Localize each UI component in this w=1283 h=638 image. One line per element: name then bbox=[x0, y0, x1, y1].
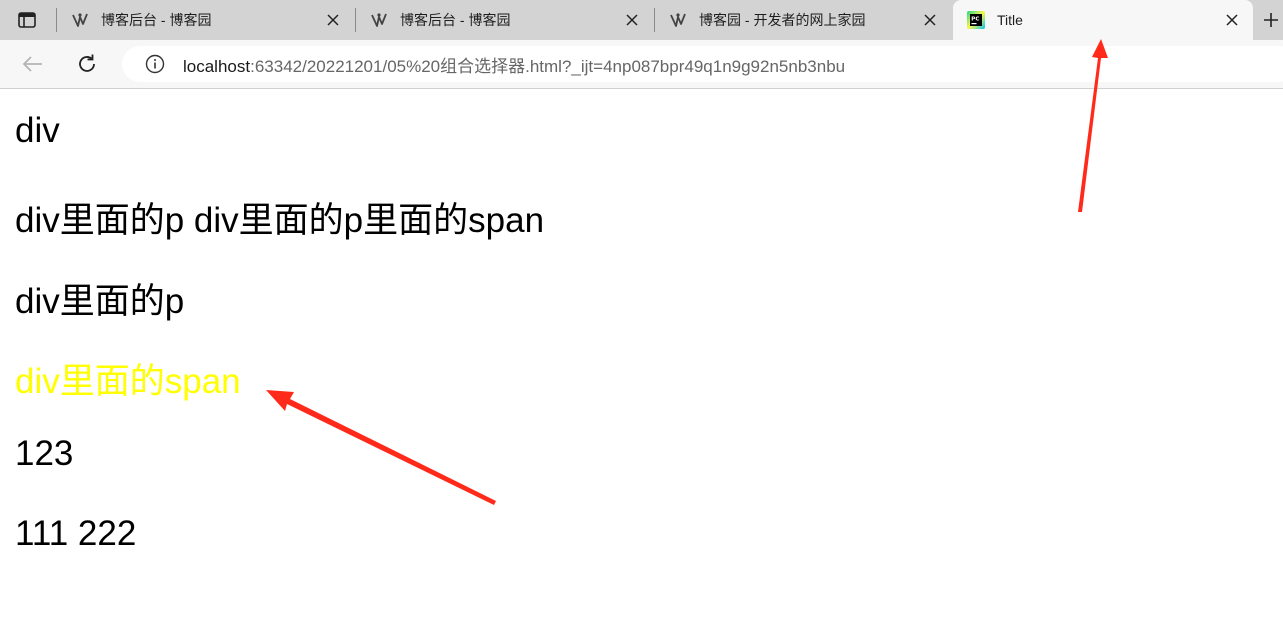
close-tab-icon[interactable] bbox=[1221, 9, 1243, 31]
text-line-123: 123 bbox=[15, 434, 74, 473]
cnblogs-icon bbox=[669, 11, 687, 29]
close-tab-icon[interactable] bbox=[919, 9, 941, 31]
tab-title: 博客后台 - 博客园 bbox=[101, 12, 212, 28]
close-tab-icon[interactable] bbox=[322, 9, 344, 31]
text-line-div: div bbox=[15, 111, 60, 150]
svg-text:PC: PC bbox=[971, 17, 979, 23]
back-button[interactable] bbox=[19, 51, 45, 77]
back-arrow-icon bbox=[22, 56, 42, 72]
page-content: div div里面的p div里面的p里面的span div里面的p div里面… bbox=[0, 89, 1283, 638]
cnblogs-icon bbox=[71, 11, 89, 29]
text-line-div-p: div里面的p bbox=[15, 282, 185, 321]
tab-2[interactable]: 博客后台 - 博客园 bbox=[356, 0, 653, 40]
tab-strip: 博客后台 - 博客园 博客后台 - 博客园 博客园 - 开发者的网上家园 PC … bbox=[0, 0, 1283, 40]
tab-3[interactable]: 博客园 - 开发者的网上家园 bbox=[655, 0, 951, 40]
tab-title: Title bbox=[997, 12, 1023, 28]
url-path: :63342/20221201/05%20组合选择器.html?_ijt=4np… bbox=[250, 56, 846, 76]
url-text: localhost:63342/20221201/05%20组合选择器.html… bbox=[183, 52, 845, 77]
text-line-nested: div里面的p div里面的p里面的span bbox=[15, 201, 545, 240]
new-tab-button[interactable] bbox=[1259, 8, 1283, 32]
text-line-111-222: 111 222 bbox=[15, 514, 137, 553]
sidebar-icon bbox=[18, 12, 36, 28]
sidebar-toggle-button[interactable] bbox=[10, 8, 44, 32]
cnblogs-icon bbox=[370, 11, 388, 29]
reload-button[interactable] bbox=[74, 51, 100, 77]
text-line-div-span: div里面的span bbox=[15, 362, 241, 401]
pycharm-icon: PC bbox=[967, 11, 985, 29]
tab-4-active[interactable]: PC Title bbox=[953, 0, 1253, 40]
url-host: localhost bbox=[183, 56, 251, 76]
site-info-icon[interactable] bbox=[144, 53, 166, 75]
tab-title: 博客后台 - 博客园 bbox=[400, 12, 511, 28]
browser-toolbar: localhost:63342/20221201/05%20组合选择器.html… bbox=[0, 40, 1283, 89]
address-bar[interactable]: localhost:63342/20221201/05%20组合选择器.html… bbox=[122, 46, 1283, 82]
tab-title: 博客园 - 开发者的网上家园 bbox=[699, 12, 866, 28]
reload-icon bbox=[79, 54, 95, 72]
tab-1[interactable]: 博客后台 - 博客园 bbox=[57, 0, 354, 40]
plus-icon bbox=[1264, 13, 1278, 27]
close-tab-icon[interactable] bbox=[621, 9, 643, 31]
